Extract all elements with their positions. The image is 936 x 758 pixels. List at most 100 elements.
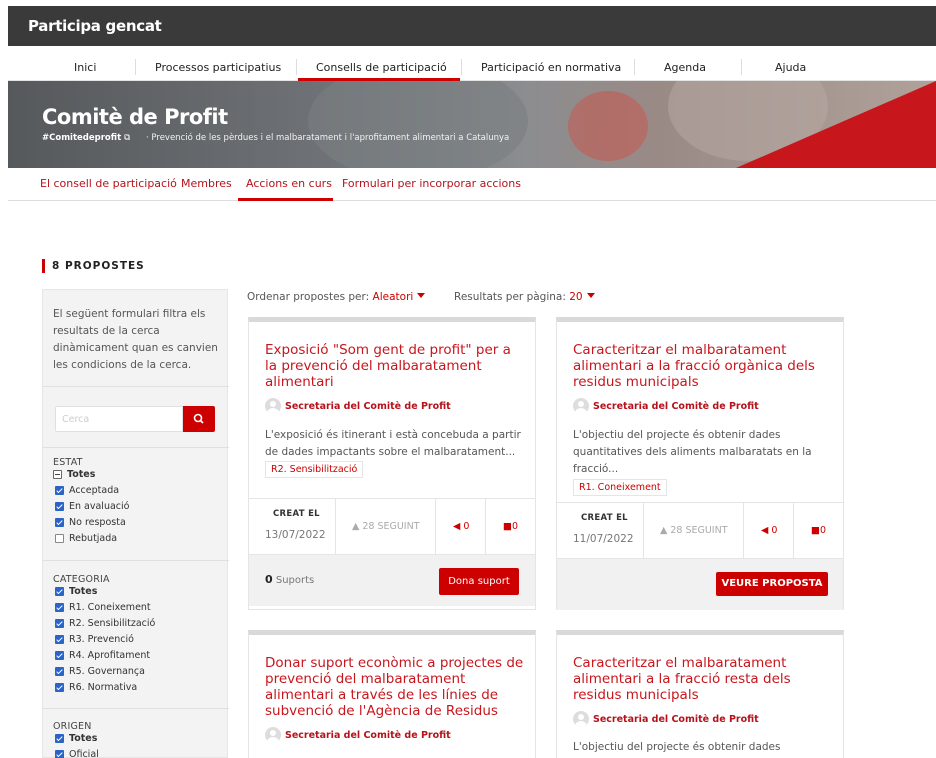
comment-icon: ■ (503, 521, 512, 532)
filter-categoria-option[interactable]: R3. Prevenció (55, 634, 134, 645)
nav-separator (741, 59, 742, 75)
endorsements-cell: ◀ 0 (436, 499, 486, 555)
proposal-author[interactable]: Secretaria del Comitè de Profit (265, 727, 451, 743)
created-label: CREAT EL (581, 513, 628, 523)
created-date-cell: CREAT EL 11/07/2022 (557, 503, 644, 559)
filter-origen-all[interactable]: Totes (55, 733, 97, 744)
support-button[interactable]: Dona suport (439, 568, 519, 595)
filter-estat-option[interactable]: No resposta (55, 517, 126, 528)
filter-categoria-option[interactable]: R2. Sensibilització (55, 618, 155, 629)
checkbox-checked (55, 502, 64, 511)
created-label: CREAT EL (273, 509, 320, 519)
nav-item-inici[interactable]: Inici (74, 61, 96, 74)
comments-count: ■0 (811, 525, 827, 536)
search-icon (193, 413, 204, 424)
nav-item-ajuda[interactable]: Ajuda (775, 61, 806, 74)
followers-cell: ▲ 28 SEGUINT (644, 503, 744, 559)
supports-count: 0 Suports (265, 573, 315, 586)
view-proposal-button[interactable]: VEURE PROPOSTA (716, 572, 828, 596)
megaphone-icon: ◀ (761, 525, 769, 536)
subnav-item-formulari[interactable]: Formulari per incorporar accions (342, 177, 521, 190)
filter-categoria-all[interactable]: Totes (55, 586, 97, 597)
proposal-footer: 0 Suports Dona suport (249, 554, 535, 606)
proposal-title[interactable]: Caracteritzar el malbaratament alimentar… (573, 655, 835, 703)
category-tag[interactable]: R2. Sensibilització (265, 461, 364, 478)
search-button[interactable] (183, 406, 215, 432)
proposal-author[interactable]: Secretaria del Comitè de Profit (265, 398, 451, 414)
hero-tomato-shape (568, 91, 648, 161)
category-tag[interactable]: R1. Coneixement (573, 479, 667, 496)
filter-estat-option[interactable]: Rebutjada (55, 533, 117, 544)
space-navigation: El consell de participació Membres Accio… (8, 168, 936, 201)
proposal-title[interactable]: Caracteritzar el malbaratament alimentar… (573, 342, 835, 390)
checkbox-checked (55, 734, 64, 743)
comments-count: ■0 (503, 521, 519, 532)
results-count: 8 PROPOSTES (52, 260, 145, 272)
nav-separator (461, 59, 462, 75)
comments-cell: ■0 (486, 499, 535, 555)
nav-separator (634, 59, 635, 75)
subnav-item-accions[interactable]: Accions en curs (246, 177, 332, 190)
checkbox-checked (55, 518, 64, 527)
avatar (265, 398, 281, 414)
proposal-card: Caracteritzar el malbaratament alimentar… (556, 317, 844, 610)
filter-estat-all[interactable]: Totes (53, 469, 95, 480)
proposal-card: Donar suport econòmic a projectes de pre… (248, 630, 536, 758)
avatar (573, 398, 589, 414)
per-page-dropdown[interactable]: 20 (569, 291, 582, 303)
filter-categoria-option[interactable]: R6. Normativa (55, 682, 137, 693)
comments-cell: ■0 (794, 503, 843, 559)
filter-categoria-option[interactable]: R4. Aprofitament (55, 650, 150, 661)
sort-dropdown[interactable]: Aleatori (373, 291, 414, 303)
proposal-description: L'exposició és itinerant i està concebud… (265, 429, 521, 458)
subnav-item-membres[interactable]: Membres (181, 177, 232, 190)
checkbox-checked (55, 683, 64, 692)
endorsements-count: ◀ 0 (761, 525, 778, 536)
checkbox-checked (55, 486, 64, 495)
filter-group-origen-title: ORIGEN (53, 721, 92, 732)
created-date: 11/07/2022 (573, 533, 634, 545)
caret-down-icon (417, 293, 426, 298)
page-subtitle: · Prevenció de les pèrdues i el malbarat… (146, 133, 510, 143)
proposal-author[interactable]: Secretaria del Comitè de Profit (573, 398, 759, 414)
comment-icon: ■ (811, 525, 820, 536)
search-input[interactable]: Cerca (55, 406, 183, 432)
followers-icon: ▲ (660, 525, 668, 536)
checkbox-checked (55, 750, 64, 758)
checkbox-indeterminate (53, 470, 62, 479)
site-logo[interactable]: Participa gencat (28, 17, 162, 35)
hero-background-shape (308, 81, 528, 168)
nav-item-consells[interactable]: Consells de participació (316, 61, 447, 74)
per-page-control[interactable]: Resultats per pàgina: 20 (454, 291, 595, 303)
proposal-title[interactable]: Exposició "Som gent de profit" per a la … (265, 342, 527, 390)
proposal-card: Caracteritzar el malbaratament alimentar… (556, 630, 844, 758)
nav-separator (296, 59, 297, 75)
filters-divider (43, 708, 229, 709)
caret-down-icon (586, 293, 595, 298)
proposal-title[interactable]: Donar suport econòmic a projectes de pre… (265, 655, 527, 719)
avatar (573, 711, 589, 727)
filter-categoria-option[interactable]: R1. Coneixement (55, 602, 151, 613)
checkbox-checked (55, 587, 64, 596)
checkbox-checked (55, 603, 64, 612)
proposal-description: L'objectiu del projecte és obtenir dades (573, 741, 781, 753)
hashtag-link[interactable]: #Comitedeprofit ⧉ (42, 133, 130, 143)
hero-banner: Comitè de Profit #Comitedeprofit ⧉ · Pre… (8, 81, 936, 168)
filter-categoria-option[interactable]: R5. Governança (55, 666, 145, 677)
created-date: 13/07/2022 (265, 529, 326, 541)
nav-item-normativa[interactable]: Participació en normativa (481, 61, 621, 74)
sort-control[interactable]: Ordenar propostes per: Aleatori (247, 291, 426, 303)
filter-estat-option[interactable]: En avaluació (55, 501, 129, 512)
subnav-item-consell[interactable]: El consell de participació (40, 177, 177, 190)
external-link-icon: ⧉ (124, 133, 131, 143)
followers-cell: ▲ 28 SEGUINT (336, 499, 436, 555)
filter-estat-option[interactable]: Acceptada (55, 485, 119, 496)
nav-item-agenda[interactable]: Agenda (664, 61, 706, 74)
top-bar: Participa gencat (8, 6, 936, 46)
followers-count: ▲ 28 SEGUINT (660, 525, 728, 536)
proposal-footer: VEURE PROPOSTA (557, 558, 843, 610)
nav-item-processos[interactable]: Processos participatius (155, 61, 281, 74)
filter-origen-option[interactable]: Oficial (55, 749, 99, 758)
checkbox-checked (55, 619, 64, 628)
proposal-author[interactable]: Secretaria del Comitè de Profit (573, 711, 759, 727)
